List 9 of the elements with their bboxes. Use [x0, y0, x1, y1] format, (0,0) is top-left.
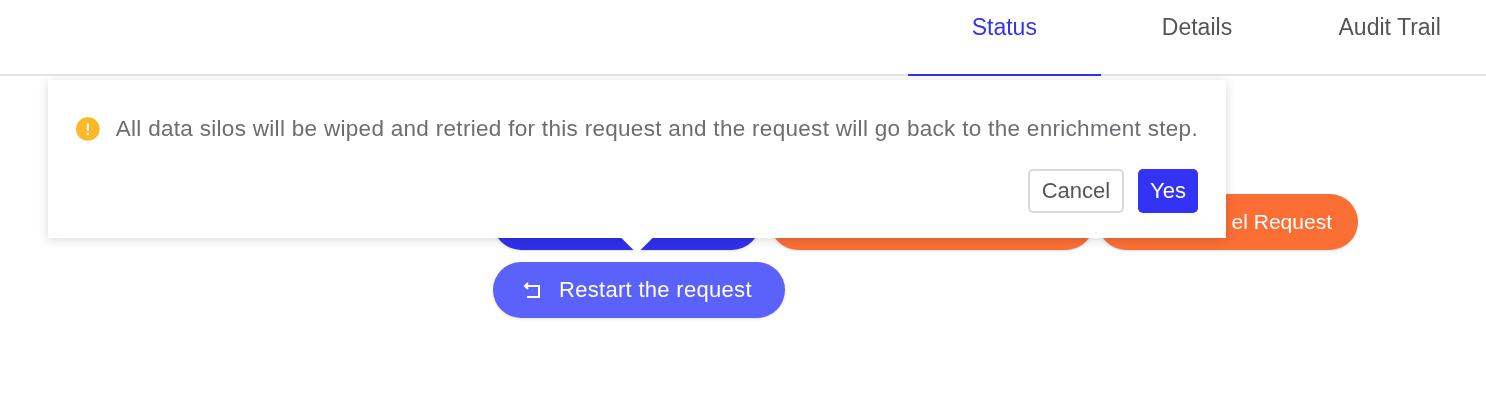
cancel-button[interactable]: Cancel	[1027, 169, 1125, 213]
restart-icon	[523, 281, 541, 299]
confirm-message: All data silos will be wiped and retried for this request and the request will go back to the enrichment step.	[115, 116, 1198, 142]
tab[interactable]: Details	[1100, 0, 1294, 76]
warning-icon	[76, 117, 100, 141]
restart-button[interactable]: Restart the request	[493, 262, 785, 318]
confirm-button[interactable]: Yes	[1138, 169, 1198, 213]
tab[interactable]: Audit Trail	[1293, 0, 1486, 76]
tab[interactable]: Status	[908, 0, 1101, 76]
